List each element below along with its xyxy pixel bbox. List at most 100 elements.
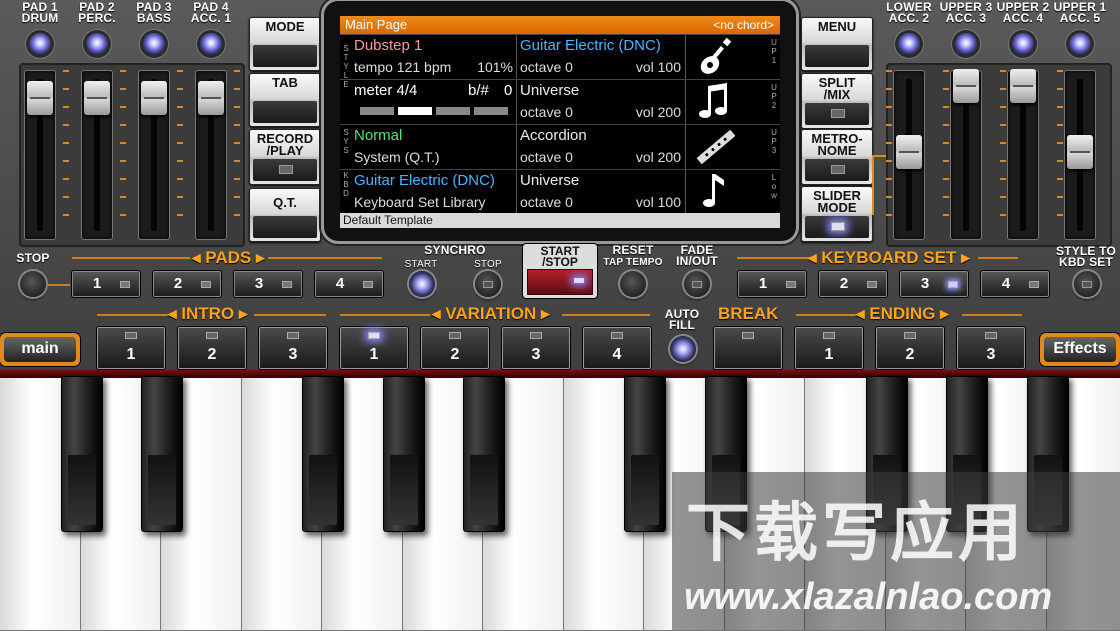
upper3-slider[interactable]	[950, 70, 982, 240]
break-button[interactable]	[714, 327, 782, 369]
keyboard-set-button-3[interactable]: 3	[900, 271, 968, 297]
lower-mute-led[interactable]	[898, 33, 920, 55]
keyboard-set-button-2[interactable]: 2	[819, 271, 887, 297]
keyboard-set-name[interactable]: Guitar Electric (DNC)	[354, 172, 495, 189]
pad1-slider[interactable]	[24, 70, 56, 240]
part-low-octave: octave 0	[520, 194, 573, 210]
system-name[interactable]: Normal	[354, 127, 402, 144]
slider-tick	[120, 142, 126, 144]
music-note-icon	[686, 80, 766, 124]
slider-knob[interactable]	[953, 69, 979, 103]
black-key[interactable]	[463, 376, 505, 532]
part-up3-octave: octave 0	[520, 149, 573, 165]
pad-button-4[interactable]: 4	[315, 271, 383, 297]
variation-button-1[interactable]: 1	[340, 327, 408, 369]
fade-in-out-button[interactable]	[684, 271, 710, 297]
slider-mode-button[interactable]: SLIDERMODE	[801, 186, 873, 242]
lower-slider[interactable]	[893, 70, 925, 240]
intro-button-1[interactable]: 1	[97, 327, 165, 369]
reset-tap-tempo-button[interactable]	[620, 271, 646, 297]
slider-knob[interactable]	[27, 81, 53, 115]
slider-tick	[1057, 70, 1063, 72]
pad1-mute-led[interactable]	[29, 33, 51, 55]
synchro-start-button[interactable]	[409, 271, 435, 297]
slider-tick	[1000, 142, 1006, 144]
intro-button-2[interactable]: 2	[178, 327, 246, 369]
pad3-slider[interactable]	[138, 70, 170, 240]
pad4-slider[interactable]	[195, 70, 227, 240]
upper3-mute-led[interactable]	[955, 33, 977, 55]
pad3-mute-led[interactable]	[143, 33, 165, 55]
style-to-kbd-set-button[interactable]	[1074, 271, 1100, 297]
variation-button-3[interactable]: 3	[502, 327, 570, 369]
slider-tick	[234, 160, 240, 162]
stop-button[interactable]	[20, 271, 46, 297]
upper1-slider[interactable]	[1064, 70, 1096, 240]
metronome-button[interactable]: METRO-NOME	[801, 129, 873, 185]
part-up3-name[interactable]: Accordion	[520, 127, 587, 144]
start-stop-button[interactable]: START/STOP	[523, 244, 597, 298]
part-up1-name[interactable]: Guitar Electric (DNC)	[520, 37, 661, 54]
display-row-style[interactable]: Dubstep 1 tempo 121 bpm 101% Guitar Elec…	[340, 34, 780, 79]
slider-knob[interactable]	[84, 81, 110, 115]
slider-tick	[177, 124, 183, 126]
tab-button[interactable]: TAB	[249, 73, 321, 127]
slider-knob[interactable]	[896, 135, 922, 169]
display-row-meter[interactable]: meter 4/4 b/# 0 Universe octave 0 vol 20…	[340, 79, 780, 124]
slider-knob[interactable]	[198, 81, 224, 115]
slider-tick	[886, 196, 892, 198]
part-low-name[interactable]: Universe	[520, 172, 579, 189]
qt-button[interactable]: Q.T.	[249, 188, 321, 242]
main-button[interactable]: main	[0, 333, 80, 366]
black-key[interactable]	[302, 376, 344, 532]
black-key[interactable]	[383, 376, 425, 532]
pad2-mute-led[interactable]	[86, 33, 108, 55]
menu-button[interactable]: MENU	[801, 17, 873, 71]
record-play-button[interactable]: RECORD/PLAY	[249, 129, 321, 185]
upper2-slider[interactable]	[1007, 70, 1039, 240]
pad-button-2[interactable]: 2	[153, 271, 221, 297]
variation-button-2[interactable]: 2	[421, 327, 489, 369]
effects-button[interactable]: Effects	[1040, 333, 1120, 366]
pad3-label: PAD 3BASS	[126, 2, 182, 24]
pads-section-label: ◂ PADS ▸	[192, 248, 265, 268]
black-key[interactable]	[61, 376, 103, 532]
split-mix-button[interactable]: SPLIT/MIX	[801, 73, 873, 129]
upper2-mute-led[interactable]	[1012, 33, 1034, 55]
upper1-mute-led[interactable]	[1069, 33, 1091, 55]
pad2-slider[interactable]	[81, 70, 113, 240]
display-row-system[interactable]: Normal System (Q.T.) Accordion octave 0 …	[340, 124, 780, 169]
pad-button-3[interactable]: 3	[234, 271, 302, 297]
mode-button[interactable]: MODE	[249, 17, 321, 71]
slider-knob[interactable]	[141, 81, 167, 115]
watermark-cn: 下载写应用	[686, 482, 1026, 574]
black-key[interactable]	[141, 376, 183, 532]
slider-knob[interactable]	[1067, 135, 1093, 169]
slider-tick	[63, 106, 69, 108]
ending-button-3[interactable]: 3	[957, 327, 1025, 369]
variation-button-4[interactable]: 4	[583, 327, 651, 369]
slider-tick	[177, 88, 183, 90]
slider-tick	[1000, 124, 1006, 126]
slider-knob[interactable]	[1010, 69, 1036, 103]
keyboard-set-button-1[interactable]: 1	[738, 271, 806, 297]
slider-tick	[886, 160, 892, 162]
slider-tick	[1000, 214, 1006, 216]
part-up1-octave: octave 0	[520, 59, 573, 75]
synchro-stop-button[interactable]	[475, 271, 501, 297]
ending-button-1[interactable]: 1	[795, 327, 863, 369]
part-up2-name[interactable]: Universe	[520, 82, 579, 99]
style-name[interactable]: Dubstep 1	[354, 37, 422, 54]
pad-button-1[interactable]: 1	[72, 271, 140, 297]
black-key[interactable]	[624, 376, 666, 532]
variation-section-label: ◂ VARIATION ▸	[432, 304, 550, 324]
pad4-mute-led[interactable]	[200, 33, 222, 55]
upper3-label: UPPER 3ACC. 3	[938, 2, 994, 24]
intro-button-3[interactable]: 3	[259, 327, 327, 369]
side-label-up2: UP2	[770, 83, 778, 110]
keyboard-set-button-4[interactable]: 4	[981, 271, 1049, 297]
display-row-keyboard[interactable]: Guitar Electric (DNC) Keyboard Set Libra…	[340, 169, 780, 214]
auto-fill-button[interactable]	[670, 336, 696, 362]
slider-tick	[120, 196, 126, 198]
ending-button-2[interactable]: 2	[876, 327, 944, 369]
